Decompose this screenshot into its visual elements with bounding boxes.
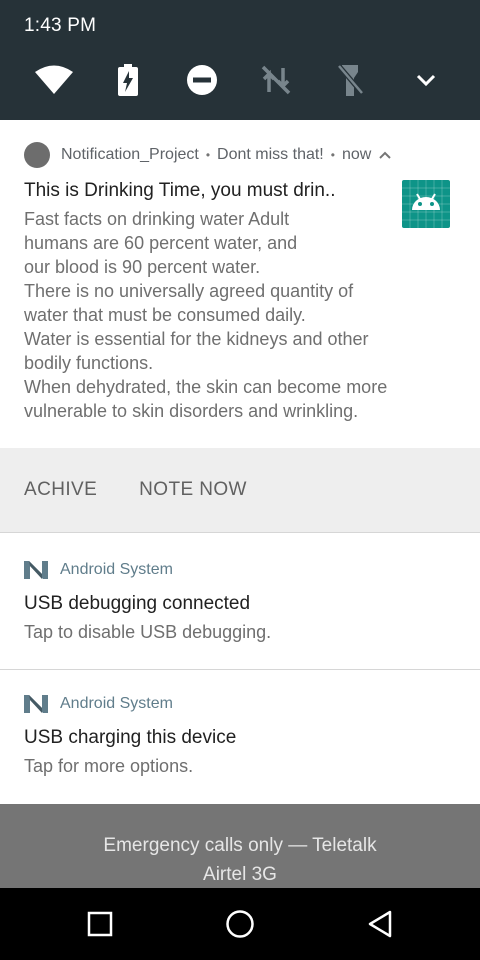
collapse-chevron-button[interactable] (379, 151, 392, 159)
do-not-disturb-icon (187, 65, 217, 95)
notification-time: now (341, 146, 372, 163)
back-icon (368, 910, 392, 938)
notification-body: Fast facts on drinking water Adult human… (24, 209, 388, 421)
notification-title: This is Drinking Time, you must drin.. (24, 180, 336, 201)
mobile-data-tile[interactable] (252, 56, 300, 104)
app-name: Notification_Project (61, 146, 199, 163)
achive-action-button[interactable]: ACHIVE (24, 479, 97, 501)
recents-icon (87, 911, 113, 937)
app-name: Android System (60, 695, 173, 712)
notification-header: Android System (24, 693, 173, 715)
header-separator: • (330, 148, 335, 162)
expand-settings-button[interactable] (402, 56, 450, 104)
battery-saver-icon (118, 64, 138, 96)
app-name: Android System (60, 561, 173, 578)
do-not-disturb-tile[interactable] (178, 56, 226, 104)
notification-header: Android System (24, 559, 173, 581)
android-system-icon (24, 561, 48, 579)
notification-text: Tap for more options. (24, 756, 194, 776)
notification-list: Notification_Project • Dont miss that! •… (0, 120, 480, 804)
wifi-icon (35, 65, 73, 94)
notification-actions: ACHIVE NOTE NOW (0, 448, 480, 532)
quick-settings-header: 1:43 PM (0, 0, 480, 120)
header-separator: • (205, 148, 211, 162)
network-text: Airtel 3G (203, 864, 277, 885)
app-icon (24, 142, 50, 168)
mobile-data-off-icon (261, 65, 291, 95)
home-icon (226, 910, 254, 938)
notification-header: Notification_Project • Dont miss that! •… (24, 142, 392, 168)
recents-button[interactable] (76, 900, 124, 948)
battery-saver-tile[interactable] (104, 56, 152, 104)
carrier-info: Emergency calls only — Teletalk Airtel 3… (0, 804, 480, 888)
notification-shade: 1:43 PM Notification_Project • Dont miss… (0, 0, 480, 960)
usb-debugging-notification[interactable]: Android System USB debugging connected T… (0, 533, 480, 667)
navigation-bar (0, 888, 480, 960)
notification-text: Tap to disable USB debugging. (24, 622, 272, 642)
home-button[interactable] (216, 900, 264, 948)
note-now-action-button[interactable]: NOTE NOW (139, 479, 247, 501)
notification-subtext: Dont miss that! (217, 146, 324, 163)
chevron-up-icon (379, 151, 392, 159)
notification-title: USB debugging connected (24, 593, 251, 614)
android-system-icon (24, 695, 48, 713)
status-time: 1:43 PM (24, 15, 97, 36)
back-button[interactable] (356, 900, 404, 948)
flashlight-off-icon (337, 64, 364, 96)
wifi-tile[interactable] (30, 56, 78, 104)
usb-charging-notification[interactable]: Android System USB charging this device … (0, 670, 480, 804)
drinking-time-notification[interactable]: Notification_Project • Dont miss that! •… (0, 120, 480, 532)
carrier-text: Emergency calls only — Teletalk (103, 835, 377, 856)
expand-chevron-icon (416, 74, 436, 87)
flashlight-tile[interactable] (326, 56, 374, 104)
notification-title: USB charging this device (24, 727, 237, 748)
